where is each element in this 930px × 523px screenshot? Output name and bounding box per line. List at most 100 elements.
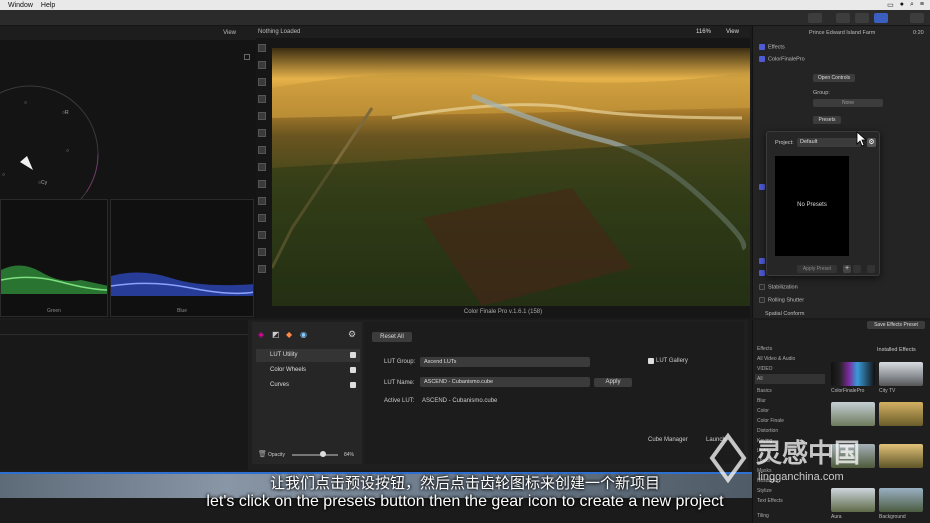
timeline-area (0, 320, 248, 470)
effect-thumb[interactable] (831, 402, 875, 426)
module-row-curves[interactable]: Curves (256, 379, 360, 392)
menu-window[interactable]: Window (8, 2, 33, 9)
presets-list: No Presets (775, 156, 849, 256)
spatial-conform-label: Spatial Conform (765, 311, 805, 317)
effect-thumb-label: ColorFinalePro (831, 388, 865, 394)
gear-icon[interactable]: ⚙ (867, 138, 876, 147)
layout-button-2[interactable] (855, 13, 869, 23)
module-label: LUT Utility (270, 352, 298, 358)
active-lut-value: ASCEND - Cubanismo.cube (422, 398, 498, 404)
toolbar (0, 10, 930, 26)
category-item[interactable]: All (755, 374, 825, 384)
module-row-lut-utility[interactable]: LUT Utility (256, 349, 360, 362)
effect-thumb[interactable] (831, 362, 875, 386)
project-select[interactable]: Default (797, 138, 861, 147)
param-checkbox[interactable] (759, 184, 765, 190)
menu-help[interactable]: Help (41, 2, 55, 9)
reset-all-button[interactable]: Reset All (372, 332, 412, 342)
opacity-slider-knob[interactable] (320, 451, 326, 457)
apply-preset-button[interactable]: Apply Preset (797, 265, 837, 273)
layout-button[interactable] (836, 13, 850, 23)
module-checkbox[interactable] (350, 367, 356, 373)
airplay-icon[interactable]: ▭ (887, 1, 894, 9)
tool-icon[interactable] (258, 95, 266, 103)
param-checkbox[interactable] (759, 258, 765, 264)
effect-thumb[interactable] (879, 402, 923, 426)
rolling-shutter-row: Rolling Shutter (759, 297, 804, 303)
mouse-cursor-icon (856, 131, 868, 147)
category-item[interactable]: Basics (755, 386, 825, 396)
effects-checkbox[interactable] (759, 44, 765, 50)
module-row-color-wheels[interactable]: Color Wheels (256, 364, 360, 377)
opacity-slider[interactable] (292, 451, 338, 457)
tool-icon[interactable] (258, 146, 266, 154)
category-item[interactable]: Color Finale (755, 416, 825, 426)
lut-icon[interactable]: ◩ (272, 330, 280, 339)
module-checkbox[interactable] (350, 352, 356, 358)
tool-icon[interactable] (258, 44, 266, 52)
remove-preset-icon[interactable] (853, 265, 861, 273)
cube-icon[interactable]: ◆ (286, 330, 292, 339)
effect-enable-checkbox[interactable] (759, 56, 765, 62)
lut-name-select[interactable]: ASCEND - Cubanismo.cube (420, 377, 590, 387)
category-item[interactable]: All Video & Audio (755, 354, 825, 364)
scopes-view-menu[interactable]: View (223, 30, 236, 36)
svg-text:○Cy: ○Cy (38, 180, 48, 186)
menu-list-icon[interactable]: ≡ (920, 1, 924, 9)
search-icon[interactable]: ⌕ (910, 1, 914, 9)
trash-icon[interactable]: 🗑 (258, 450, 267, 458)
effect-thumb-label: Background (879, 514, 906, 520)
gear-icon[interactable]: ⚙ (348, 329, 356, 340)
svg-text:○: ○ (2, 172, 5, 178)
zoom-menu[interactable]: 116% (696, 29, 711, 35)
effect-thumb[interactable] (879, 362, 923, 386)
apply-button[interactable]: Apply (594, 378, 632, 387)
tool-icon[interactable] (258, 248, 266, 256)
save-effects-preset-button[interactable]: Save Effects Preset (867, 321, 925, 329)
palette-icon[interactable]: ◉ (300, 330, 307, 339)
tool-icon[interactable] (258, 214, 266, 222)
viewer-view-menu[interactable]: View (726, 29, 739, 35)
open-controls-button[interactable]: Open Controls (813, 74, 855, 82)
tool-icon[interactable] (258, 231, 266, 239)
tool-icon[interactable] (258, 78, 266, 86)
vectorscope: ○R ○ ○ ○Cy ○ (0, 85, 99, 204)
stabilization-label: Stabilization (768, 284, 798, 291)
lut-group-select[interactable]: Ascend LUTs (420, 357, 590, 367)
tool-icon[interactable] (258, 163, 266, 171)
tool-icon[interactable] (258, 180, 266, 188)
scope-settings-icon[interactable] (244, 54, 250, 60)
svg-text:灵感中国: 灵感中国 (756, 439, 860, 469)
param-checkbox[interactable] (759, 270, 765, 276)
plugin-title: Color Finale Pro v.1.6.1 (158) (463, 309, 543, 315)
scopes-header: View (0, 26, 256, 40)
tool-icon[interactable] (258, 61, 266, 69)
stabilization-checkbox[interactable] (759, 284, 765, 290)
presets-button[interactable]: Presets (813, 116, 841, 124)
share-button[interactable] (910, 13, 924, 23)
inspector-toggle-button[interactable] (874, 13, 888, 23)
preset-settings-icon[interactable] (867, 265, 875, 273)
avatar[interactable]: ● (900, 1, 904, 9)
category-item[interactable]: Color (755, 406, 825, 416)
category-item[interactable]: VIDEO (755, 364, 825, 374)
effect-thumb-label: Aura (831, 514, 842, 520)
tool-icon[interactable] (258, 197, 266, 205)
color-wheel-icon[interactable]: ◈ (258, 330, 264, 339)
group-select[interactable]: None (813, 99, 883, 107)
keyword-button[interactable] (808, 13, 822, 23)
tool-icon[interactable] (258, 112, 266, 120)
video-frame[interactable] (272, 48, 750, 306)
tool-icon[interactable] (258, 129, 266, 137)
lut-gallery-checkbox[interactable] (648, 358, 654, 364)
module-checkbox[interactable] (350, 382, 356, 388)
category-item[interactable]: Tiling (755, 511, 825, 521)
tool-icon[interactable] (258, 265, 266, 273)
module-label: Color Wheels (270, 367, 307, 373)
viewer: Color Finale Pro v.1.6.1 (158) (256, 38, 750, 318)
add-preset-icon[interactable]: + (843, 265, 851, 273)
rolling-shutter-checkbox[interactable] (759, 297, 765, 303)
category-item[interactable]: Effects (755, 344, 825, 354)
category-item[interactable]: Blur (755, 396, 825, 406)
effect-name: ColorFinalePro (768, 56, 805, 63)
